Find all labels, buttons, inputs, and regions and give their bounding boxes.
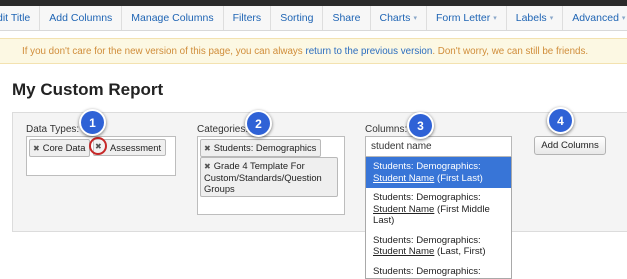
category-chip[interactable]: ✖ Grade 4 Template For Custom/Standards/Q… bbox=[200, 157, 338, 197]
column-option[interactable]: Students: Demographics: Student Name (Fir… bbox=[366, 157, 511, 188]
remove-icon[interactable]: ✖ bbox=[204, 162, 211, 171]
step-marker-3: 3 bbox=[407, 112, 434, 139]
category-chip[interactable]: ✖ Students: Demographics bbox=[200, 139, 322, 157]
nav-label: Add Columns bbox=[49, 12, 113, 24]
option-prefix: Students: Demographics: bbox=[373, 265, 481, 277]
nav-label: Charts bbox=[379, 12, 411, 24]
nav-filters[interactable]: Filters bbox=[224, 6, 272, 30]
nav-label: Advanced bbox=[572, 12, 619, 24]
nav-label: Form Letter bbox=[435, 12, 491, 24]
nav-manage-columns[interactable]: Manage Columns bbox=[122, 6, 224, 30]
nav-label: Sorting bbox=[280, 12, 314, 24]
nav-label: Share bbox=[332, 12, 361, 24]
nav-label: Manage Columns bbox=[131, 12, 214, 24]
option-match: Student Name bbox=[373, 246, 435, 257]
option-prefix: Students: Demographics: bbox=[373, 161, 481, 172]
option-prefix: Students: Demographics: bbox=[373, 234, 481, 246]
nav-label: Filters bbox=[232, 12, 262, 24]
nav-labels-dropdown[interactable]: Labels ▾ bbox=[507, 6, 564, 30]
chip-label: Assessment bbox=[110, 142, 162, 153]
nav-label: Labels bbox=[515, 12, 547, 24]
column-option[interactable]: Students: Demographics: Student Name (Las… bbox=[366, 231, 511, 262]
nav-form-letter-dropdown[interactable]: Form Letter ▾ bbox=[427, 6, 507, 30]
step-marker-1: 1 bbox=[79, 109, 106, 136]
categories-label: Categories: bbox=[197, 124, 249, 135]
chip-label: Core Data bbox=[42, 142, 86, 153]
remove-icon[interactable]: ✖ bbox=[33, 144, 40, 153]
chevron-down-icon: ▾ bbox=[493, 15, 497, 22]
nav-edit-title[interactable]: dit Title bbox=[0, 6, 41, 30]
step-marker-2: 2 bbox=[245, 110, 272, 137]
column-option[interactable]: Students: Demographics: bbox=[366, 262, 511, 279]
columns-input-value: student name bbox=[371, 141, 432, 152]
chevron-down-icon: ▾ bbox=[549, 15, 554, 22]
remove-icon[interactable]: ✖ bbox=[95, 142, 102, 151]
step-marker-4: 4 bbox=[547, 107, 574, 134]
option-suffix: (First Last) bbox=[434, 172, 483, 184]
chevron-down-icon: ▾ bbox=[413, 15, 417, 22]
column-option[interactable]: Students: Demographics: Student Name (Fir… bbox=[366, 188, 511, 231]
return-previous-version-link[interactable]: return to the previous version bbox=[305, 46, 432, 57]
nav-advanced-dropdown[interactable]: Advanced ▾ bbox=[563, 6, 627, 30]
page-title: My Custom Report bbox=[12, 80, 164, 99]
chevron-down-icon: ▾ bbox=[621, 15, 626, 22]
option-prefix: Students: Demographics: bbox=[373, 192, 481, 203]
nav-share[interactable]: Share bbox=[323, 6, 371, 30]
option-match: Student Name bbox=[373, 172, 435, 184]
nav-charts-dropdown[interactable]: Charts ▾ bbox=[371, 6, 427, 30]
nav-sorting[interactable]: Sorting bbox=[271, 6, 324, 30]
columns-label: Columns: bbox=[365, 124, 408, 135]
version-notice: If you don't care for the new version of… bbox=[0, 38, 627, 64]
columns-autocomplete-list: Students: Demographics: Student Name (Fir… bbox=[365, 157, 512, 279]
chip-label: Students: Demographics bbox=[213, 142, 317, 153]
chip-label: Grade 4 Template For Custom/Standards/Qu… bbox=[204, 160, 322, 194]
option-match: Student Name bbox=[373, 203, 435, 215]
notice-prefix: If you don't care for the new version of… bbox=[22, 45, 303, 57]
remove-icon[interactable]: ✖ bbox=[204, 144, 211, 153]
nav-add-columns[interactable]: Add Columns bbox=[40, 6, 123, 30]
notice-suffix: . Don't worry, we can still be friends. bbox=[432, 45, 589, 57]
nav-label: dit Title bbox=[0, 12, 31, 24]
report-toolbar: dit Title Add Columns Manage Columns Fil… bbox=[0, 6, 627, 31]
data-type-chip[interactable]: ✖ Core Data bbox=[29, 139, 91, 157]
columns-search-input[interactable]: student name bbox=[365, 136, 512, 157]
option-suffix: (Last, First) bbox=[434, 246, 486, 257]
data-types-label: Data Types: bbox=[26, 124, 80, 135]
add-columns-button[interactable]: Add Columns bbox=[534, 136, 606, 155]
